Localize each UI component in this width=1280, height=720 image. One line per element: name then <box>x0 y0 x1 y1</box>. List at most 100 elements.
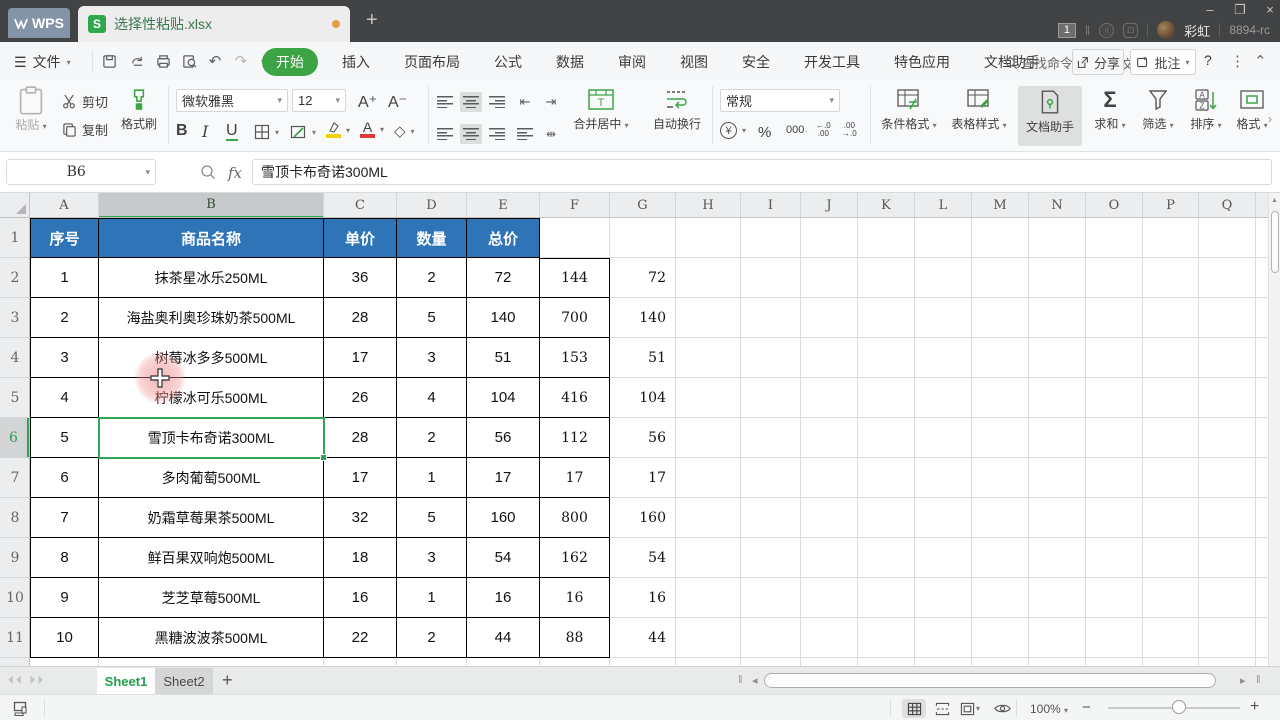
column-header-N[interactable]: N <box>1029 193 1086 218</box>
ribbon-tab-公式[interactable]: 公式 <box>484 48 532 76</box>
comment-button[interactable]: 批注▾ <box>1130 49 1196 75</box>
reading-view-icon[interactable] <box>990 699 1014 718</box>
hscroll-right-icon[interactable]: ▸ <box>1240 674 1246 687</box>
header-cell-qty[interactable]: 数量 <box>397 218 467 258</box>
zoom-out-icon[interactable]: − <box>1082 699 1091 716</box>
undo-icon[interactable]: ↶ <box>204 51 226 71</box>
ribbon-tab-开发工具[interactable]: 开发工具 <box>794 48 870 76</box>
cell-no[interactable]: 1 <box>30 258 99 298</box>
cell-price[interactable]: 32 <box>324 498 397 538</box>
ribbon-tab-页面布局[interactable]: 页面布局 <box>394 48 470 76</box>
fx-icon[interactable]: fx <box>228 164 242 182</box>
ribbon-tab-审阅[interactable]: 审阅 <box>608 48 656 76</box>
column-header-P[interactable]: P <box>1143 193 1199 218</box>
zoom-level[interactable]: 100% ▾ <box>1030 702 1068 716</box>
export-icon[interactable] <box>126 51 148 71</box>
row-header-12[interactable]: 12 <box>0 658 30 666</box>
format-button[interactable]: 格式 ▾ <box>1232 88 1272 132</box>
column-header-K[interactable]: K <box>858 193 915 218</box>
select-all-corner[interactable] <box>0 193 30 218</box>
cell-qty[interactable]: 4 <box>397 378 467 418</box>
file-menu[interactable]: ☰ 文件 ▾ <box>14 52 71 72</box>
highlight-color-button[interactable]: ▾ <box>326 122 350 138</box>
sort-button[interactable]: AZ 排序 ▾ <box>1184 88 1228 132</box>
ribbon-tab-安全[interactable]: 安全 <box>732 48 780 76</box>
decrease-indent-button[interactable]: ⇤ <box>514 92 536 112</box>
cell-g-value[interactable]: 51 <box>610 338 676 378</box>
column-header-A[interactable]: A <box>30 193 99 218</box>
conditional-format-button[interactable]: 条件格式 ▾ <box>876 88 942 132</box>
align-center-button[interactable] <box>460 124 482 144</box>
font-size-select[interactable]: 12▾ <box>292 89 346 112</box>
column-header-O[interactable]: O <box>1086 193 1143 218</box>
cell-product-name[interactable]: 树莓冰多多500ML <box>99 338 324 378</box>
align-right-button[interactable] <box>486 124 508 144</box>
cell-f-value[interactable]: 16 <box>540 578 610 618</box>
row-header-11[interactable]: 11 <box>0 618 30 658</box>
font-name-select[interactable]: 微软雅黑▾ <box>176 89 288 112</box>
cell-f-value[interactable]: 153 <box>540 338 610 378</box>
cell-no[interactable]: 3 <box>30 338 99 378</box>
cell-price[interactable]: 28 <box>324 418 397 458</box>
cell-g-value[interactable]: 56 <box>610 418 676 458</box>
increase-decimal-icon[interactable]: ←.0.00 <box>816 122 831 138</box>
cell-total[interactable]: 16 <box>467 578 540 618</box>
header-cell-total[interactable]: 总价 <box>467 218 540 258</box>
sheet-nav-arrows[interactable]: ⏴⏴ ⏵⏵ <box>8 673 45 688</box>
align-bottom-button[interactable] <box>486 92 508 112</box>
cell-price[interactable]: 26 <box>324 378 397 418</box>
tab-sheet1[interactable]: Sheet1 <box>97 668 155 695</box>
cell-qty[interactable]: 5 <box>397 298 467 338</box>
print-preview-icon[interactable] <box>178 51 200 71</box>
page-break-view-icon[interactable] <box>930 699 954 718</box>
user-name[interactable]: 彩虹 <box>1184 21 1210 40</box>
redo-icon[interactable]: ↷ <box>230 51 252 71</box>
horizontal-scroll-thumb[interactable] <box>764 673 1216 688</box>
borders-button[interactable]: ▾ <box>254 124 279 140</box>
cut-button[interactable]: 剪切 <box>62 92 108 111</box>
percent-style-icon[interactable]: % <box>758 124 771 141</box>
help-icon[interactable]: ? <box>1204 52 1212 68</box>
cell-total[interactable]: 160 <box>467 498 540 538</box>
cell-qty[interactable]: 1 <box>397 458 467 498</box>
ribbon-tab-开始[interactable]: 开始 <box>262 48 318 76</box>
fill-handle[interactable] <box>320 454 327 461</box>
cell-price[interactable]: 36 <box>324 258 397 298</box>
cell-g-value[interactable]: 17 <box>610 458 676 498</box>
cell-f-value[interactable]: 800 <box>540 498 610 538</box>
cell-product-name[interactable]: 奶霜草莓果茶500ML <box>99 498 324 538</box>
cell-g-value[interactable]: 44 <box>610 618 676 658</box>
row-header-5[interactable]: 5 <box>0 378 30 418</box>
cell-price[interactable]: 17 <box>324 458 397 498</box>
print-icon[interactable] <box>152 51 174 71</box>
column-header-D[interactable]: D <box>397 193 467 218</box>
eraser-button[interactable]: ◇▾ <box>394 122 415 140</box>
cell-f-value[interactable]: 88 <box>540 618 610 658</box>
fill-color-button[interactable]: ▾ <box>290 124 316 140</box>
header-cell-xuhao[interactable]: 序号 <box>30 218 99 258</box>
format-painter-button[interactable]: 格式刷 <box>114 88 164 132</box>
tab-sheet2[interactable]: Sheet2 <box>155 668 213 695</box>
name-box[interactable]: B6 ▾ <box>6 159 156 185</box>
document-tab[interactable]: S 选择性粘贴.xlsx <box>78 6 350 42</box>
column-header-Q[interactable]: Q <box>1199 193 1256 218</box>
cell-f-value[interactable]: 144 <box>540 258 610 298</box>
cell-g-value[interactable]: 72 <box>610 258 676 298</box>
zoom-slider-knob[interactable] <box>1172 700 1186 714</box>
font-color-button[interactable]: A ▾ <box>360 120 384 138</box>
cell-price[interactable]: 18 <box>324 538 397 578</box>
cell-f-value[interactable]: 700 <box>540 298 610 338</box>
cell-g-value[interactable]: 160 <box>610 498 676 538</box>
wrap-text-button[interactable]: 自动换行 <box>646 88 708 132</box>
close-button[interactable]: × <box>1260 2 1280 17</box>
column-header-F[interactable]: F <box>540 193 610 218</box>
normal-view-icon[interactable] <box>902 699 926 718</box>
cell-total[interactable]: 104 <box>467 378 540 418</box>
cell-total[interactable]: 54 <box>467 538 540 578</box>
sheet-grid[interactable]: 序号 商品名称 单价 数量 总价 1抹茶星冰乐250ML36272144722海… <box>30 218 1268 666</box>
column-header-E[interactable]: E <box>467 193 540 218</box>
header-cell-price[interactable]: 单价 <box>324 218 397 258</box>
column-header-I[interactable]: I <box>741 193 801 218</box>
more-options-icon[interactable]: ⋮ <box>1230 52 1245 70</box>
row-header-3[interactable]: 3 <box>0 298 30 338</box>
